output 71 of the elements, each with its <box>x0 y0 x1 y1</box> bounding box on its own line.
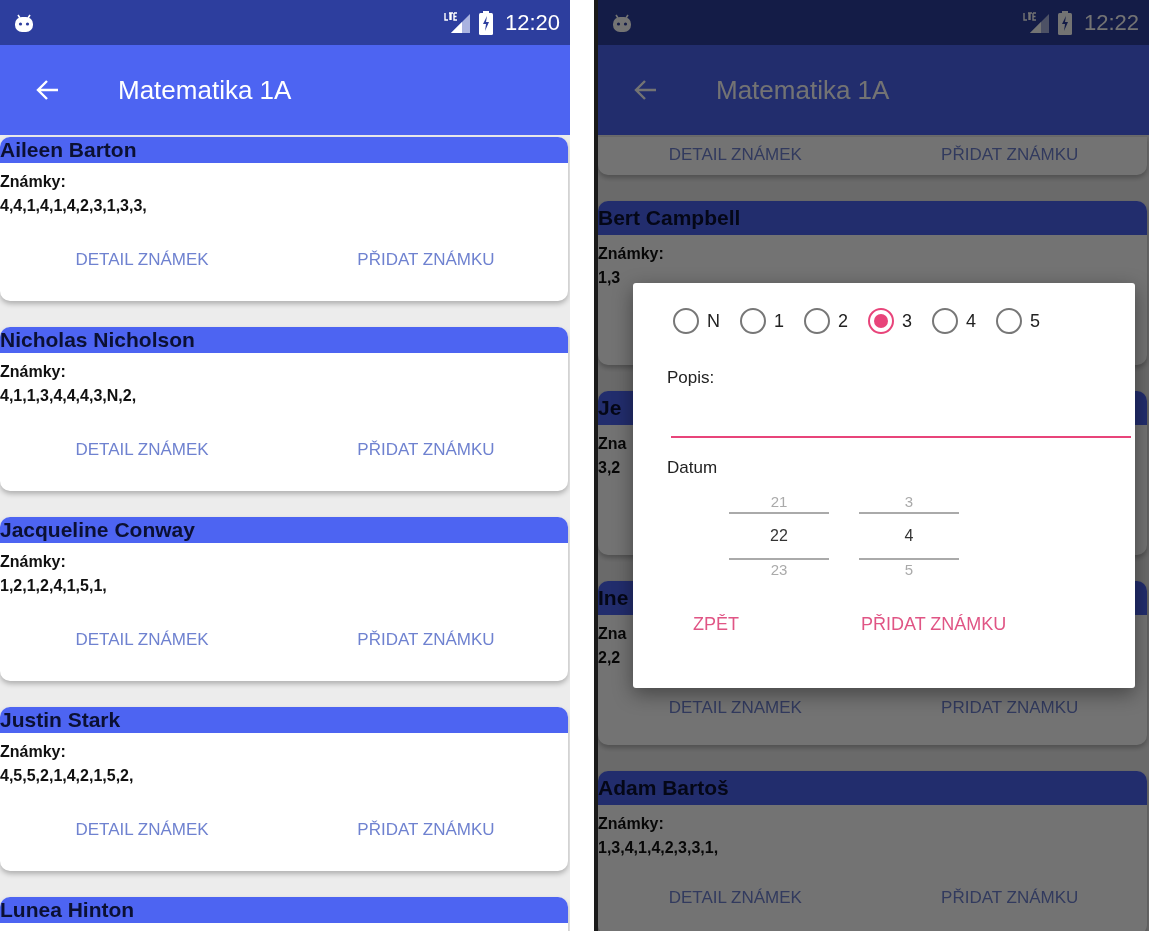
battery-icon <box>478 10 493 35</box>
battery-icon <box>1057 10 1072 35</box>
picker-value[interactable]: 4 <box>904 526 914 546</box>
picker-value: 3 <box>904 492 914 512</box>
date-label: Datum <box>667 458 719 478</box>
grade-detail-button[interactable]: DETAIL ZNÁMEK <box>598 137 873 173</box>
add-grade-button[interactable]: PŘIDAT ZNÁMKU <box>872 880 1147 916</box>
grades-label: Známky: <box>0 362 66 382</box>
grades-label: Známky: <box>598 814 664 834</box>
add-grade-button[interactable]: PRIDAT ZNAMKU <box>872 690 1147 726</box>
add-grade-button[interactable]: PŘIDAT ZNÁMKU <box>284 242 568 278</box>
signal-icon <box>442 11 471 34</box>
student-name: Justin Stark <box>0 708 121 732</box>
grades-label: Zna <box>598 624 627 644</box>
grades-list: 3,2 <box>598 455 621 481</box>
grade-detail-button[interactable]: DETAIL ZNÁMEK <box>0 812 284 848</box>
student-name: Jacqueline Conway <box>0 518 195 542</box>
grade-option-label: 4 <box>966 310 977 332</box>
grade-detail-button[interactable]: DETAIL ZNÁMEK <box>598 880 873 916</box>
grade-detail-button[interactable]: DETAIL ZNÁMEK <box>0 242 284 278</box>
student-name: Lunea Hinton <box>0 898 135 922</box>
add-grade-button[interactable]: PŘIDAT ZNÁMKU <box>284 812 568 848</box>
description-label: Popis: <box>667 368 716 388</box>
picker-value: 23 <box>770 560 788 580</box>
grade-option-label: 5 <box>1030 310 1041 332</box>
back-button[interactable]: ZPĚT <box>691 610 741 639</box>
grades-list: 4,5,5,2,1,4,2,1,5,2, <box>0 763 134 789</box>
screen-title: Matematika 1A <box>118 74 292 106</box>
grade-option-label: 1 <box>774 310 784 332</box>
student-name: Bert Campbell <box>598 206 741 230</box>
grades-list: 4,1,1,3,4,4,4,3,N,2, <box>0 383 137 409</box>
add-grade-button[interactable]: PŘIDAT ZNÁMKU <box>284 432 568 468</box>
picker-value[interactable]: 22 <box>770 526 788 546</box>
radio-button[interactable] <box>804 308 830 334</box>
grade-detail-button[interactable]: DETAIL ZNÁMEK <box>0 432 284 468</box>
back-arrow-icon[interactable] <box>36 79 60 101</box>
grades-label: Známky: <box>598 244 664 264</box>
back-arrow-icon[interactable] <box>634 79 658 101</box>
student-name: Aileen Barton <box>0 138 137 162</box>
radio-button[interactable] <box>868 308 895 334</box>
clock-time: 12:20 <box>504 9 560 36</box>
student-name: Ine <box>598 586 629 610</box>
screen-title: Matematika 1A <box>716 74 890 106</box>
grades-list: 1,2,1,2,4,1,5,1, <box>0 573 107 599</box>
grade-option-label: N <box>707 310 720 332</box>
grade-option-label: 3 <box>902 310 913 332</box>
grades-label: Známky: <box>0 552 66 572</box>
picker-value: 21 <box>770 492 788 512</box>
add-grade-button[interactable]: PŘIDAT ZNÁMKU <box>859 610 1009 639</box>
grade-detail-button[interactable]: DETAIL ZNÁMEK <box>0 622 284 658</box>
grades-label: Zna <box>598 434 627 454</box>
add-grade-button[interactable]: PŘIDAT ZNÁMKU <box>872 137 1147 173</box>
radio-button[interactable] <box>996 308 1023 334</box>
radio-button[interactable] <box>932 308 959 334</box>
add-grade-button[interactable]: PŘIDAT ZNÁMKU <box>284 622 568 658</box>
radio-button[interactable] <box>673 308 699 334</box>
grades-label: Známky: <box>0 742 66 762</box>
radio-button[interactable] <box>740 308 766 334</box>
student-name: Je <box>598 396 622 420</box>
signal-icon <box>1021 11 1050 34</box>
student-name: Nicholas Nicholson <box>0 328 195 352</box>
grades-list: 1,3 <box>598 265 621 291</box>
grades-label: Známky: <box>0 172 66 192</box>
picker-value: 5 <box>904 560 914 580</box>
grades-list: 2,2 <box>598 645 621 671</box>
clock-time: 12:22 <box>1083 9 1139 36</box>
grades-list: 1,3,4,1,4,2,3,3,1, <box>598 835 719 861</box>
student-name: Adam Bartoš <box>598 776 729 800</box>
grade-detail-button[interactable]: DETAIL ZNAMEK <box>598 690 873 726</box>
grades-list: 4,4,1,4,1,4,2,3,1,3,3, <box>0 193 147 219</box>
grade-option-label: 2 <box>838 310 849 332</box>
